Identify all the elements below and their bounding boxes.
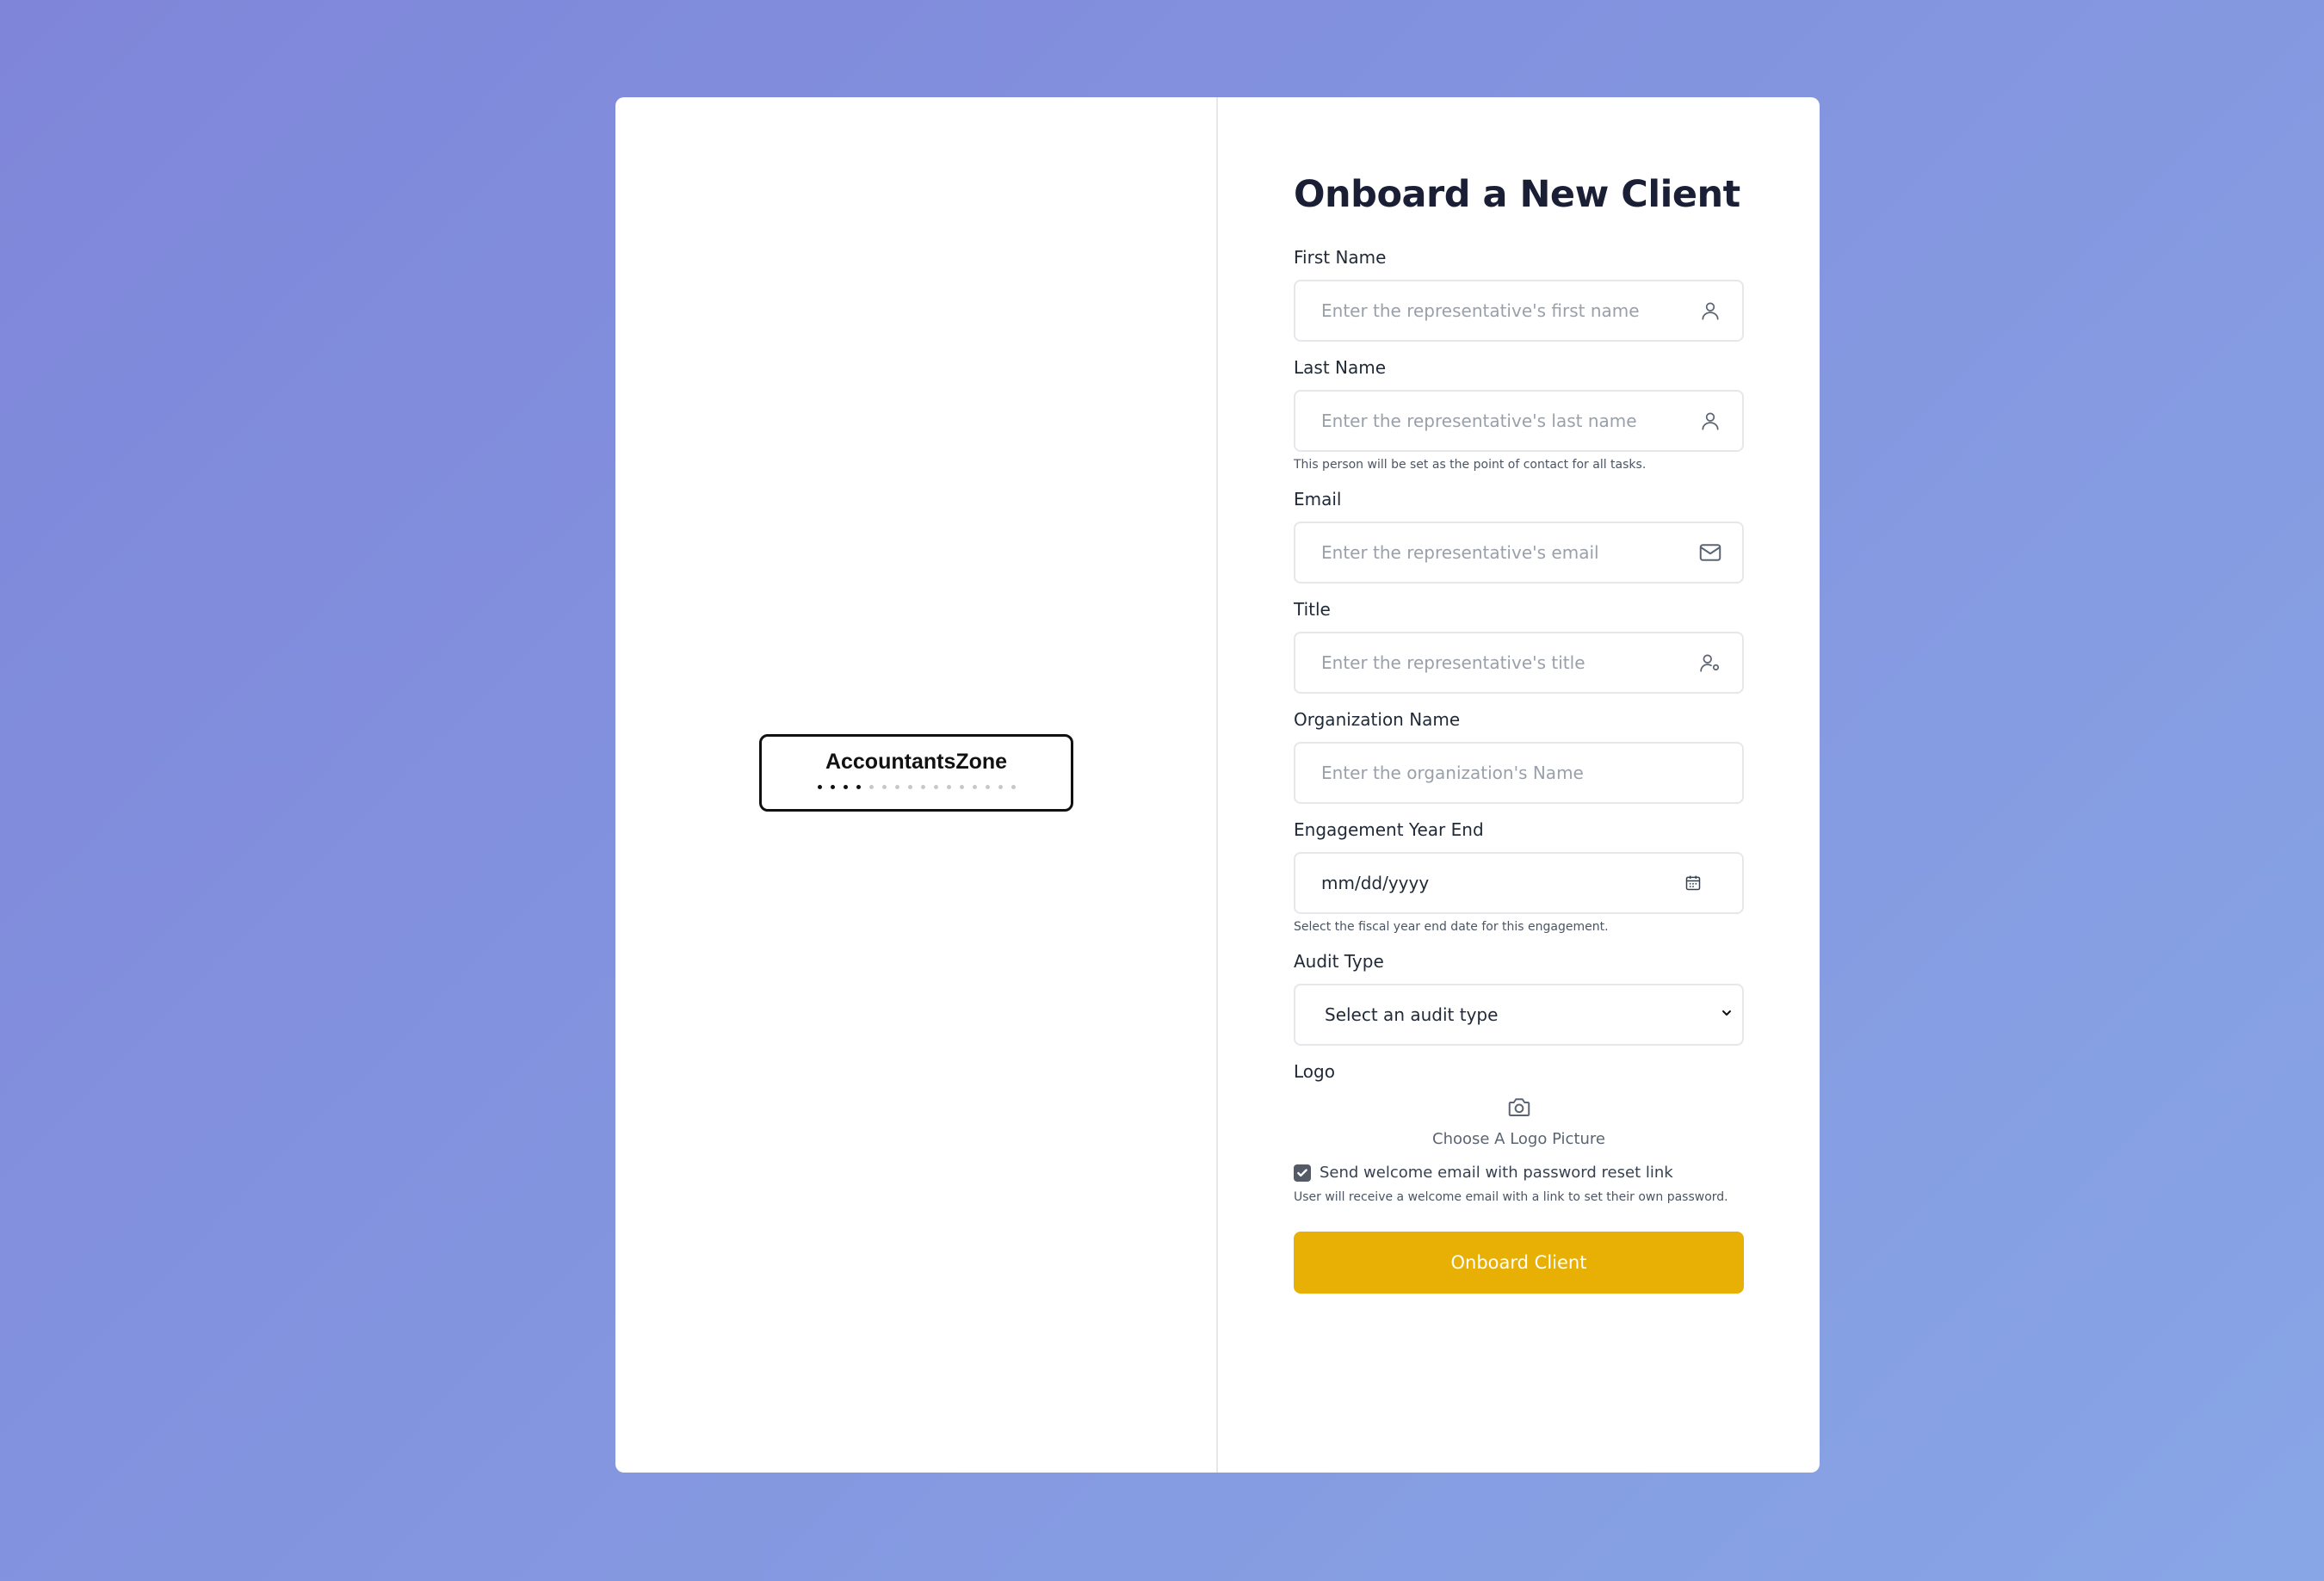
camera-icon bbox=[1506, 1098, 1532, 1123]
onboarding-card: AccountantsZone Onboard a New Client Fir… bbox=[615, 97, 1820, 1473]
loader-dot bbox=[894, 785, 899, 789]
last-name-wrapper bbox=[1294, 390, 1744, 452]
brand-logo: AccountantsZone bbox=[759, 734, 1073, 812]
onboard-client-button[interactable]: Onboard Client bbox=[1294, 1232, 1744, 1294]
first-name-wrapper bbox=[1294, 280, 1744, 342]
loader-dot bbox=[1011, 785, 1016, 789]
brand-panel: AccountantsZone bbox=[615, 97, 1218, 1473]
last-name-hint: This person will be set as the point of … bbox=[1294, 458, 1647, 472]
loading-indicator bbox=[762, 785, 1071, 789]
organization-input[interactable] bbox=[1295, 744, 1742, 802]
audit-type-group: Audit Type Select an audit type bbox=[1294, 951, 1744, 1046]
loader-dot bbox=[817, 785, 822, 789]
loader-dot bbox=[856, 785, 861, 789]
chevron-down-icon bbox=[1720, 1006, 1734, 1023]
email-label: Email bbox=[1294, 489, 1342, 510]
logo-group: Logo Choose A Logo Picture bbox=[1294, 1061, 1744, 1148]
engagement-year-end-group: Engagement Year End mm/dd/yyyy Select th… bbox=[1294, 819, 1744, 936]
engagement-year-end-hint: Select the fiscal year end date for this… bbox=[1294, 920, 1609, 934]
loader-dot bbox=[972, 785, 977, 789]
logo-label: Logo bbox=[1294, 1061, 1335, 1082]
user-icon bbox=[1697, 408, 1723, 434]
loader-dot bbox=[959, 785, 964, 789]
organization-label: Organization Name bbox=[1294, 709, 1461, 730]
calendar-icon[interactable] bbox=[1680, 870, 1706, 896]
mail-icon bbox=[1697, 540, 1723, 565]
welcome-email-hint: User will receive a welcome email with a… bbox=[1294, 1190, 1728, 1204]
last-name-input[interactable] bbox=[1295, 392, 1742, 450]
loader-dot bbox=[830, 785, 835, 789]
welcome-email-checkbox[interactable] bbox=[1294, 1164, 1311, 1182]
loader-dot bbox=[933, 785, 938, 789]
first-name-label: First Name bbox=[1294, 247, 1387, 268]
loader-dot bbox=[868, 785, 874, 789]
last-name-label: Last Name bbox=[1294, 357, 1387, 378]
welcome-email-label[interactable]: Send welcome email with password reset l… bbox=[1320, 1164, 1673, 1182]
audit-type-label: Audit Type bbox=[1294, 951, 1384, 972]
form-panel: Onboard a New Client First Name Last Nam… bbox=[1218, 97, 1820, 1473]
audit-type-select[interactable]: Select an audit type bbox=[1294, 984, 1744, 1046]
engagement-year-end-label: Engagement Year End bbox=[1294, 819, 1484, 840]
organization-wrapper bbox=[1294, 742, 1744, 804]
loader-dot bbox=[998, 785, 1003, 789]
title-label: Title bbox=[1294, 599, 1331, 620]
logo-upload-button[interactable]: Choose A Logo Picture bbox=[1294, 1094, 1744, 1148]
user-icon bbox=[1697, 298, 1723, 324]
logo-upload-label: Choose A Logo Picture bbox=[1432, 1130, 1605, 1148]
engagement-year-end-wrapper: mm/dd/yyyy bbox=[1294, 852, 1744, 914]
title-input[interactable] bbox=[1295, 633, 1742, 692]
loader-dot bbox=[946, 785, 951, 789]
last-name-group: Last Name This person will be set as the… bbox=[1294, 357, 1744, 473]
loader-dot bbox=[881, 785, 887, 789]
loader-dot bbox=[920, 785, 925, 789]
email-wrapper bbox=[1294, 522, 1744, 584]
page-title: Onboard a New Client bbox=[1294, 173, 1740, 216]
brand-name: AccountantsZone bbox=[825, 750, 1008, 774]
first-name-input[interactable] bbox=[1295, 281, 1742, 340]
organization-group: Organization Name bbox=[1294, 709, 1744, 804]
loader-dot bbox=[843, 785, 848, 789]
email-input[interactable] bbox=[1295, 523, 1742, 582]
audit-type-selected: Select an audit type bbox=[1325, 1004, 1499, 1025]
loader-dot bbox=[985, 785, 990, 789]
engagement-year-end-input[interactable]: mm/dd/yyyy bbox=[1295, 854, 1742, 912]
loader-dot bbox=[907, 785, 912, 789]
title-group: Title bbox=[1294, 599, 1744, 694]
email-group: Email bbox=[1294, 489, 1744, 584]
first-name-group: First Name bbox=[1294, 247, 1744, 342]
welcome-email-row: Send welcome email with password reset l… bbox=[1294, 1164, 1744, 1182]
title-wrapper bbox=[1294, 632, 1744, 694]
user-settings-icon bbox=[1697, 650, 1723, 676]
